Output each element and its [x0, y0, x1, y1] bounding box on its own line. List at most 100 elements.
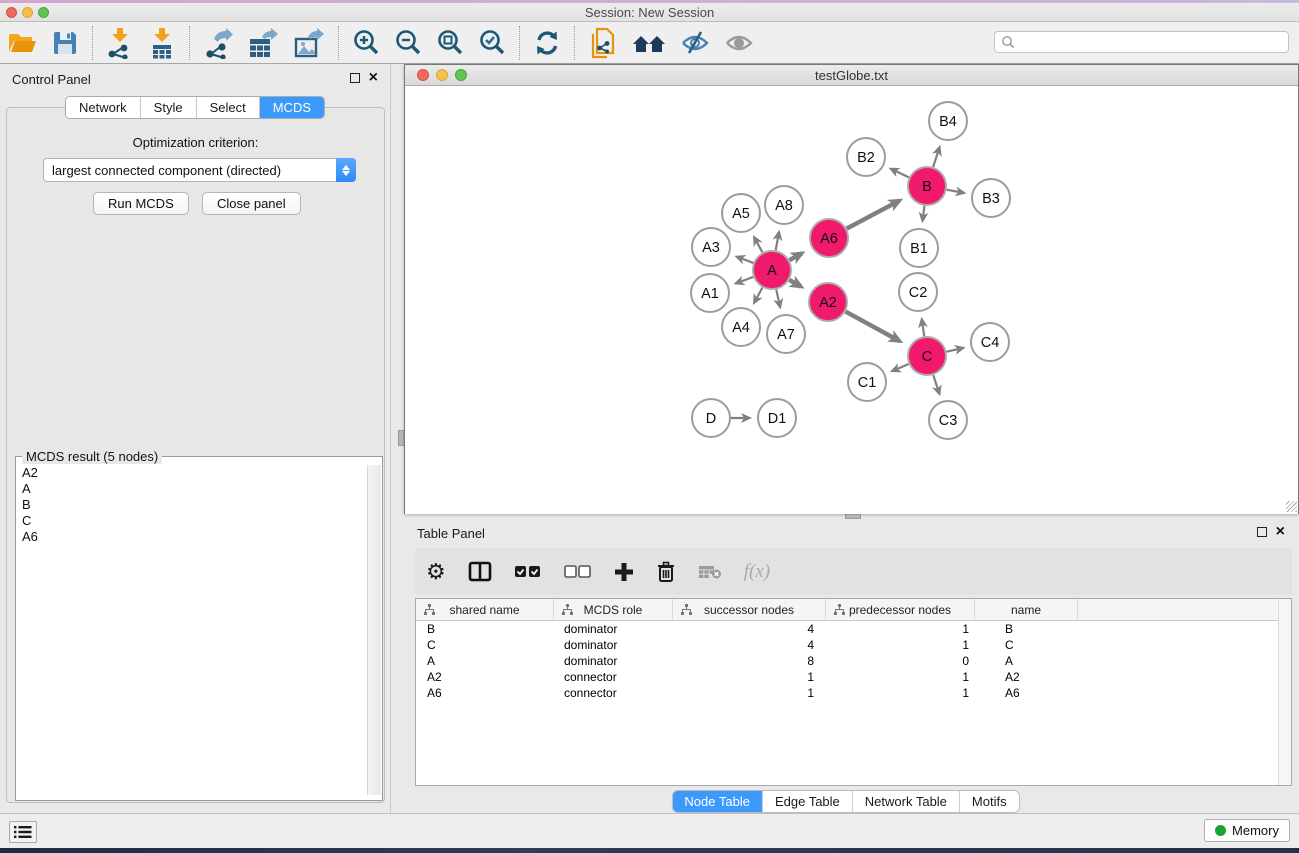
network-minimize-button[interactable]: [436, 69, 448, 81]
task-history-button[interactable]: [9, 821, 37, 843]
graph-node-C4[interactable]: C4: [971, 323, 1009, 361]
minimize-window-button[interactable]: [22, 7, 33, 18]
graph-node-A5[interactable]: A5: [722, 194, 760, 232]
result-item[interactable]: A6: [22, 529, 367, 545]
tab-motifs[interactable]: Motifs: [960, 791, 1019, 812]
column-header-successor-nodes[interactable]: successor nodes: [673, 599, 826, 621]
open-session-button[interactable]: [0, 25, 44, 61]
graph-node-A7[interactable]: A7: [767, 315, 805, 353]
graph-node-A4[interactable]: A4: [722, 308, 760, 346]
import-table-button[interactable]: [141, 25, 183, 61]
table-cell: 1: [826, 685, 975, 701]
vertical-splitter-handle[interactable]: [845, 514, 861, 519]
graph-node-A[interactable]: A: [753, 251, 791, 289]
zoom-window-button[interactable]: [38, 7, 49, 18]
export-table-button[interactable]: [240, 25, 286, 61]
table-row[interactable]: A6connector11A6: [416, 685, 1291, 701]
network-graph[interactable]: B4 B2 B B3 A5A8A6 A3 A B1 A1 A2 C2 A4 A7 C4 C C1 D D1 C3: [405, 87, 1298, 514]
result-item[interactable]: A2: [22, 465, 367, 481]
column-header-label: MCDS role: [584, 603, 643, 617]
function-builder-button[interactable]: f(x): [733, 552, 781, 592]
run-mcds-button[interactable]: Run MCDS: [93, 192, 189, 215]
memory-button[interactable]: Memory: [1204, 819, 1290, 842]
svg-text:A7: A7: [777, 327, 795, 343]
table-cell: connector: [554, 685, 673, 701]
search-input[interactable]: [1015, 33, 1288, 51]
zoom-in-button[interactable]: [345, 25, 387, 61]
graph-node-A8[interactable]: A8: [765, 186, 803, 224]
network-close-button[interactable]: [417, 69, 429, 81]
graph-node-B3[interactable]: B3: [972, 179, 1010, 217]
save-session-button[interactable]: [44, 25, 86, 61]
graph-edge-A-A6: [789, 253, 802, 260]
graph-node-A6[interactable]: A6: [810, 219, 848, 257]
column-header-shared-name[interactable]: shared name: [416, 599, 554, 621]
export-image-button[interactable]: [286, 25, 332, 61]
close-panel-button[interactable]: Close panel: [202, 192, 301, 215]
window-resize-grip[interactable]: [1286, 501, 1297, 512]
graph-node-C[interactable]: C: [908, 337, 946, 375]
float-panel-icon[interactable]: [350, 73, 360, 83]
import-network-button[interactable]: [99, 25, 141, 61]
column-header-predecessor-nodes[interactable]: predecessor nodes: [826, 599, 975, 621]
tab-node-table[interactable]: Node Table: [672, 791, 763, 812]
close-panel-icon[interactable]: ×: [369, 73, 378, 83]
column-header-MCDS-role[interactable]: MCDS role: [554, 599, 673, 621]
table-row[interactable]: A2connector11A2: [416, 669, 1291, 685]
table-row[interactable]: Bdominator41B: [416, 621, 1291, 637]
add-column-button[interactable]: [603, 552, 645, 592]
graph-node-B[interactable]: B: [908, 167, 946, 205]
result-scrollbar[interactable]: [367, 465, 381, 795]
mcds-result-list[interactable]: A2ABCA6: [17, 465, 367, 795]
criterion-dropdown[interactable]: largest connected component (directed): [43, 158, 356, 182]
table-scrollbar[interactable]: [1278, 599, 1291, 785]
export-network-button[interactable]: [196, 25, 240, 61]
tab-network-table[interactable]: Network Table: [853, 791, 960, 812]
graph-node-C3[interactable]: C3: [929, 401, 967, 439]
result-item[interactable]: B: [22, 497, 367, 513]
tab-style[interactable]: Style: [141, 97, 197, 118]
close-window-button[interactable]: [6, 7, 17, 18]
result-item[interactable]: A: [22, 481, 367, 497]
network-window-titlebar[interactable]: testGlobe.txt: [405, 65, 1298, 86]
tab-select[interactable]: Select: [197, 97, 260, 118]
refresh-network-button[interactable]: [526, 25, 568, 61]
graph-node-A3[interactable]: A3: [692, 228, 730, 266]
column-header-name[interactable]: name: [975, 599, 1078, 621]
tab-edge-table[interactable]: Edge Table: [763, 791, 853, 812]
horizontal-splitter-handle[interactable]: [398, 430, 404, 446]
graph-node-D1[interactable]: D1: [758, 399, 796, 437]
graph-node-C1[interactable]: C1: [848, 363, 886, 401]
zoom-selected-button[interactable]: [471, 25, 513, 61]
hide-selection-button[interactable]: [673, 25, 717, 61]
float-table-panel-icon[interactable]: [1257, 527, 1267, 537]
table-row[interactable]: Cdominator41C: [416, 637, 1291, 653]
table-cell: 1: [673, 669, 826, 685]
result-item[interactable]: C: [22, 513, 367, 529]
graph-node-A1[interactable]: A1: [691, 274, 729, 312]
graph-node-D[interactable]: D: [692, 399, 730, 437]
search-field[interactable]: [994, 31, 1289, 53]
home-view-button[interactable]: [625, 25, 673, 61]
delete-table-button[interactable]: [687, 552, 733, 592]
new-network-from-selection-button[interactable]: [581, 25, 625, 61]
zoom-fit-button[interactable]: [429, 25, 471, 61]
select-all-columns-button[interactable]: [503, 552, 553, 592]
graph-node-C2[interactable]: C2: [899, 273, 937, 311]
table-row[interactable]: Adominator80A: [416, 653, 1291, 669]
zoom-out-button[interactable]: [387, 25, 429, 61]
tab-network[interactable]: Network: [66, 97, 141, 118]
close-table-panel-icon[interactable]: ×: [1276, 527, 1285, 537]
network-zoom-button[interactable]: [455, 69, 467, 81]
graph-node-B1[interactable]: B1: [900, 229, 938, 267]
graph-node-B4[interactable]: B4: [929, 102, 967, 140]
trash-icon: [656, 561, 676, 583]
delete-column-button[interactable]: [645, 552, 687, 592]
column-view-button[interactable]: [457, 552, 503, 592]
table-settings-button[interactable]: ⚙: [415, 552, 457, 592]
graph-node-A2[interactable]: A2: [809, 283, 847, 321]
deselect-all-columns-button[interactable]: [553, 552, 603, 592]
show-selection-button[interactable]: [717, 25, 761, 61]
graph-node-B2[interactable]: B2: [847, 138, 885, 176]
tab-mcds[interactable]: MCDS: [260, 97, 324, 118]
